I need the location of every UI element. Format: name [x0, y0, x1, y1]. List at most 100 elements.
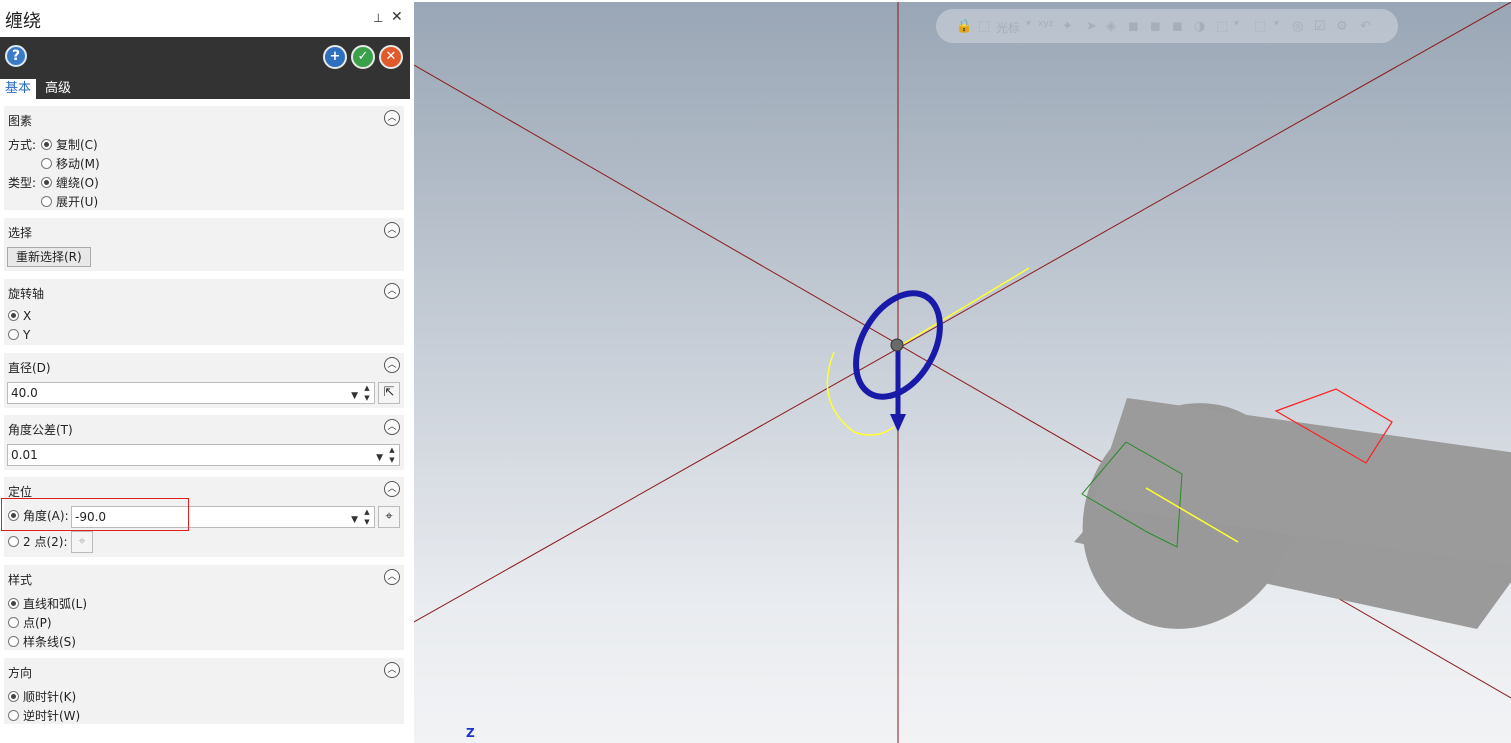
dropdown-arrow-icon[interactable]: ▼ — [376, 448, 383, 468]
window-select-icon[interactable]: ⬚ — [1254, 19, 1266, 34]
reselect-button[interactable]: 重新选择(R) — [7, 247, 91, 267]
help-icon[interactable]: ? — [5, 45, 27, 67]
viewport-toolbar: 🔒 ⬚ 光标 ▾ xyz ✦ ➤ ◈ ◼ ◼ ◼ ◑ ⬚ ▾ ⬚ ▾ ◎ ☑ ⚙… — [936, 9, 1398, 43]
solid-select-icon[interactable]: ◈ — [1106, 19, 1116, 34]
cylinder-shape — [1074, 398, 1511, 629]
crosshair-disabled-icon[interactable]: ⌖ — [71, 531, 93, 553]
section-header: 旋转轴 — [8, 287, 45, 301]
cube-icon[interactable]: ◼ — [1128, 19, 1139, 34]
radio-icon — [8, 636, 19, 647]
collapse-icon[interactable]: ︿ — [384, 419, 400, 435]
collapse-icon[interactable]: ︿ — [384, 357, 400, 373]
collapse-icon[interactable]: ︿ — [384, 110, 400, 126]
gear-icon[interactable]: ⚙ — [1336, 19, 1348, 34]
type-unwrap-radio[interactable]: 展开(U) — [41, 193, 98, 210]
wrap-panel: 缠绕 ⊥ ✕ ? + ✓ ✕ 基本 高级 图素 ︿ 方式: 复制(C) 移动(M… — [0, 0, 410, 743]
style-points-radio[interactable]: 点(P) — [8, 614, 52, 631]
section-header: 图素 — [8, 114, 33, 128]
spinner-icon[interactable]: ▲ ▼ — [362, 507, 372, 527]
radio-icon — [41, 158, 52, 169]
graphics-viewport[interactable]: 🔒 ⬚ 光标 ▾ xyz ✦ ➤ ◈ ◼ ◼ ◼ ◑ ⬚ ▾ ⬚ ▾ ◎ ☑ ⚙… — [414, 2, 1511, 743]
pointer-icon[interactable]: ➤ — [1086, 19, 1097, 34]
type-label: 类型: — [8, 176, 37, 190]
collapse-icon[interactable]: ︿ — [384, 222, 400, 238]
select-chain-icon[interactable]: ⬚ — [1216, 19, 1228, 34]
xyz-icon[interactable]: xyz — [1038, 19, 1053, 29]
section-direction: 方向 ︿ 顺时针(K) 逆时针(W) — [4, 658, 404, 724]
dropdown-arrow-icon[interactable]: ▾ — [1026, 19, 1031, 29]
spinner-icon[interactable]: ▲ ▼ — [387, 445, 397, 465]
highlight-box — [1, 498, 189, 531]
axis-z-label: Z — [466, 726, 475, 740]
radio-icon — [41, 139, 52, 150]
dropdown-arrow-icon[interactable]: ▼ — [351, 386, 358, 406]
radio-label: 复制(C) — [56, 138, 98, 152]
dropdown-arrow-icon[interactable]: ▾ — [1274, 19, 1279, 29]
cube-icon[interactable]: ◼ — [1150, 19, 1161, 34]
radio-label: X — [23, 309, 32, 323]
verify-select-icon[interactable]: ☑ — [1314, 19, 1326, 34]
tab-advanced[interactable]: 高级 — [40, 79, 76, 99]
cube-icon[interactable]: ◼ — [1172, 19, 1183, 34]
radio-label: 点(P) — [23, 616, 52, 630]
close-icon[interactable]: ✕ — [391, 9, 403, 25]
diameter-field[interactable]: 40.0 ▼ ▲ ▼ — [7, 382, 375, 404]
radio-label: 顺时针(K) — [23, 690, 77, 704]
axis-x-radio[interactable]: X — [8, 309, 31, 323]
lock-icon[interactable]: 🔒 — [956, 19, 972, 34]
radio-label: 2 点(2): — [23, 535, 68, 549]
collapse-icon[interactable]: ︿ — [384, 283, 400, 299]
wrap-arc — [826, 351, 895, 436]
type-wrap-radio[interactable]: 缠绕(O) — [41, 174, 99, 191]
radio-icon — [8, 598, 19, 609]
collapse-icon[interactable]: ︿ — [384, 481, 400, 497]
radio-icon — [41, 196, 52, 207]
direction-ccw-radio[interactable]: 逆时针(W) — [8, 707, 80, 724]
radio-icon — [8, 617, 19, 628]
style-spline-radio[interactable]: 样条线(S) — [8, 633, 76, 650]
crosshair-icon[interactable]: ⌖ — [378, 506, 400, 528]
collapse-icon[interactable]: ︿ — [384, 569, 400, 585]
select-cursor-icon[interactable]: ⬚ — [978, 19, 990, 34]
dropdown-arrow-icon[interactable]: ▼ — [351, 510, 358, 530]
radio-label: 直线和弧(L) — [23, 597, 88, 611]
section-select: 选择 ︿ 重新选择(R) — [4, 218, 404, 271]
direction-cw-radio[interactable]: 顺时针(K) — [8, 688, 76, 705]
radio-icon — [8, 710, 19, 721]
shade-icon[interactable]: ◑ — [1194, 19, 1205, 34]
section-diameter: 直径(D) ︿ 40.0 ▼ ▲ ▼ ⇱ — [4, 353, 404, 408]
layer-icon[interactable]: ◎ — [1292, 19, 1303, 34]
two-point-radio[interactable]: 2 点(2): — [8, 533, 68, 550]
snap-icon[interactable]: ✦ — [1062, 19, 1073, 34]
undo-icon[interactable]: ↶ — [1360, 19, 1371, 34]
method-label: 方式: — [8, 138, 37, 152]
radio-label: 样条线(S) — [23, 635, 76, 649]
ok-button[interactable]: ✓ — [351, 45, 375, 69]
radio-label: 展开(U) — [56, 195, 99, 209]
method-move-radio[interactable]: 移动(M) — [41, 155, 100, 172]
radio-label: 逆时针(W) — [23, 709, 81, 723]
cursor-pick-icon[interactable]: ⇱ — [378, 382, 400, 404]
gizmo-center-ball — [890, 338, 904, 352]
cursor-label[interactable]: 光标 — [996, 19, 1020, 36]
radio-icon — [8, 310, 19, 321]
section-header: 角度公差(T) — [8, 423, 73, 437]
style-lines-arcs-radio[interactable]: 直线和弧(L) — [8, 595, 87, 612]
cancel-button[interactable]: ✕ — [379, 45, 403, 69]
tolerance-field[interactable]: 0.01 ▼ ▲ ▼ — [7, 444, 400, 466]
tolerance-value: 0.01 — [11, 448, 38, 462]
apply-and-new-button[interactable]: + — [323, 45, 347, 69]
pin-icon[interactable]: ⊥ — [373, 11, 383, 25]
gizmo-arrowhead — [890, 414, 906, 432]
tab-basic[interactable]: 基本 — [0, 79, 37, 99]
panel-titlebar: 缠绕 ⊥ ✕ — [0, 0, 410, 37]
spinner-icon[interactable]: ▲ ▼ — [362, 383, 372, 403]
viewport-scene — [414, 2, 1511, 743]
collapse-icon[interactable]: ︿ — [384, 662, 400, 678]
radio-label: 缠绕(O) — [56, 176, 99, 190]
section-angle-tolerance: 角度公差(T) ︿ 0.01 ▼ ▲ ▼ — [4, 415, 404, 470]
section-header: 方向 — [8, 666, 33, 680]
method-copy-radio[interactable]: 复制(C) — [41, 136, 98, 153]
axis-y-radio[interactable]: Y — [8, 328, 30, 342]
dropdown-arrow-icon[interactable]: ▾ — [1234, 19, 1239, 29]
